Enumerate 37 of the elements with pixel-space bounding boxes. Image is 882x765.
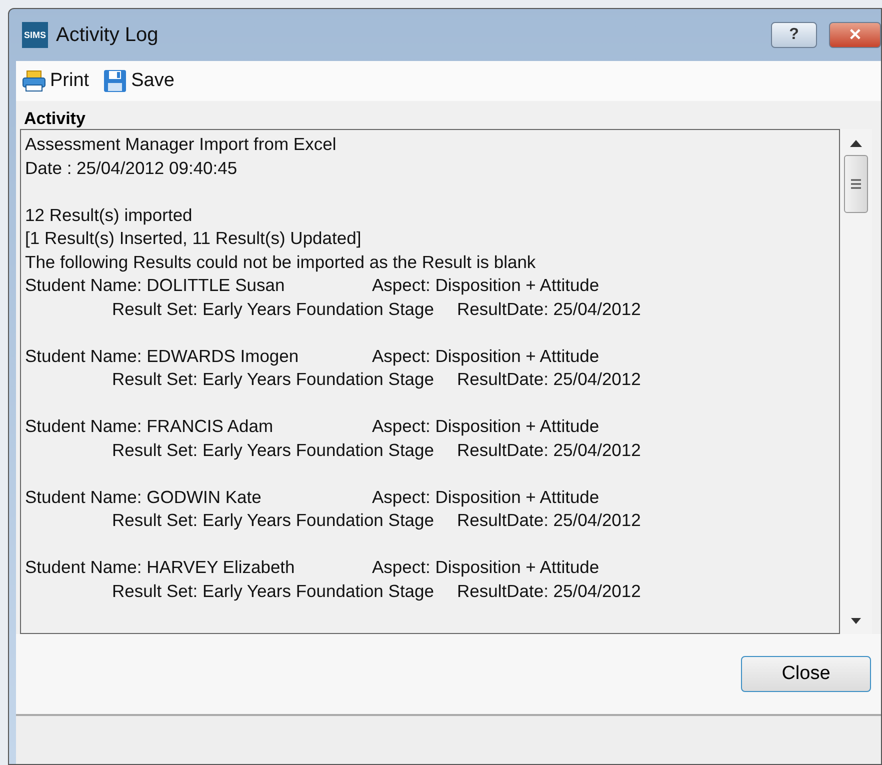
student-name: Student Name: HARVEY Elizabeth bbox=[25, 556, 296, 579]
result-set-text: Result Set: Early Years Foundation Stage bbox=[111, 509, 436, 532]
result-set-text: Result Set: Early Years Foundation Stage bbox=[111, 580, 436, 603]
help-button[interactable]: ? bbox=[771, 22, 817, 48]
grip-icon bbox=[851, 179, 861, 189]
aspect-text: Aspect: Disposition + Attitude bbox=[372, 415, 600, 438]
result-set-text: Result Set: Early Years Foundation Stage bbox=[111, 438, 436, 462]
aspect-text: Aspect: Disposition + Attitude bbox=[372, 344, 600, 368]
result-set-text: Result Set: Early Years Foundation Stage bbox=[111, 298, 436, 321]
close-button[interactable]: Close bbox=[741, 656, 871, 692]
scroll-up-icon[interactable] bbox=[850, 139, 862, 147]
log-line: 12 Result(s) imported bbox=[25, 204, 192, 227]
student-name: Student Name: EDWARDS Imogen bbox=[25, 344, 300, 368]
aspect-text: Aspect: Disposition + Attitude bbox=[372, 274, 600, 297]
result-set-text: Result Set: Early Years Foundation Stage bbox=[111, 368, 436, 391]
scroll-thumb[interactable] bbox=[844, 155, 868, 213]
result-date-text: ResultDate: 25/04/2012 bbox=[457, 298, 641, 320]
aspect-text: Aspect: Disposition + Attitude bbox=[372, 556, 600, 579]
log-line: Assessment Manager Import from Excel bbox=[25, 133, 336, 156]
student-name: Student Name: GODWIN Kate bbox=[25, 486, 262, 508]
printer-icon bbox=[22, 70, 46, 92]
student-name: Student Name: DOLITTLE Susan bbox=[25, 274, 286, 297]
save-button[interactable]: Save bbox=[101, 69, 176, 93]
log-line: [1 Result(s) Inserted, 11 Result(s) Updated] bbox=[25, 227, 362, 250]
app-logo: SIMS bbox=[22, 22, 48, 48]
log-line: Date : 25/04/2012 09:40:45 bbox=[25, 156, 238, 180]
result-date-text: ResultDate: 25/04/2012 bbox=[457, 509, 641, 532]
result-date-text: ResultDate: 25/04/2012 bbox=[457, 368, 641, 391]
result-date-text: ResultDate: 25/04/2012 bbox=[457, 438, 641, 462]
scroll-down-icon[interactable] bbox=[851, 618, 861, 624]
student-name: Student Name: FRANCIS Adam bbox=[25, 415, 274, 438]
result-date-text: ResultDate: 25/04/2012 bbox=[457, 580, 641, 602]
log-line: The following Results could not be imported as the Result is blank bbox=[25, 250, 536, 274]
window-title: Activity Log bbox=[56, 24, 160, 46]
section-heading: Activity bbox=[23, 109, 86, 129]
aspect-text: Aspect: Disposition + Attitude bbox=[372, 486, 600, 509]
print-button[interactable]: Print bbox=[20, 70, 92, 92]
